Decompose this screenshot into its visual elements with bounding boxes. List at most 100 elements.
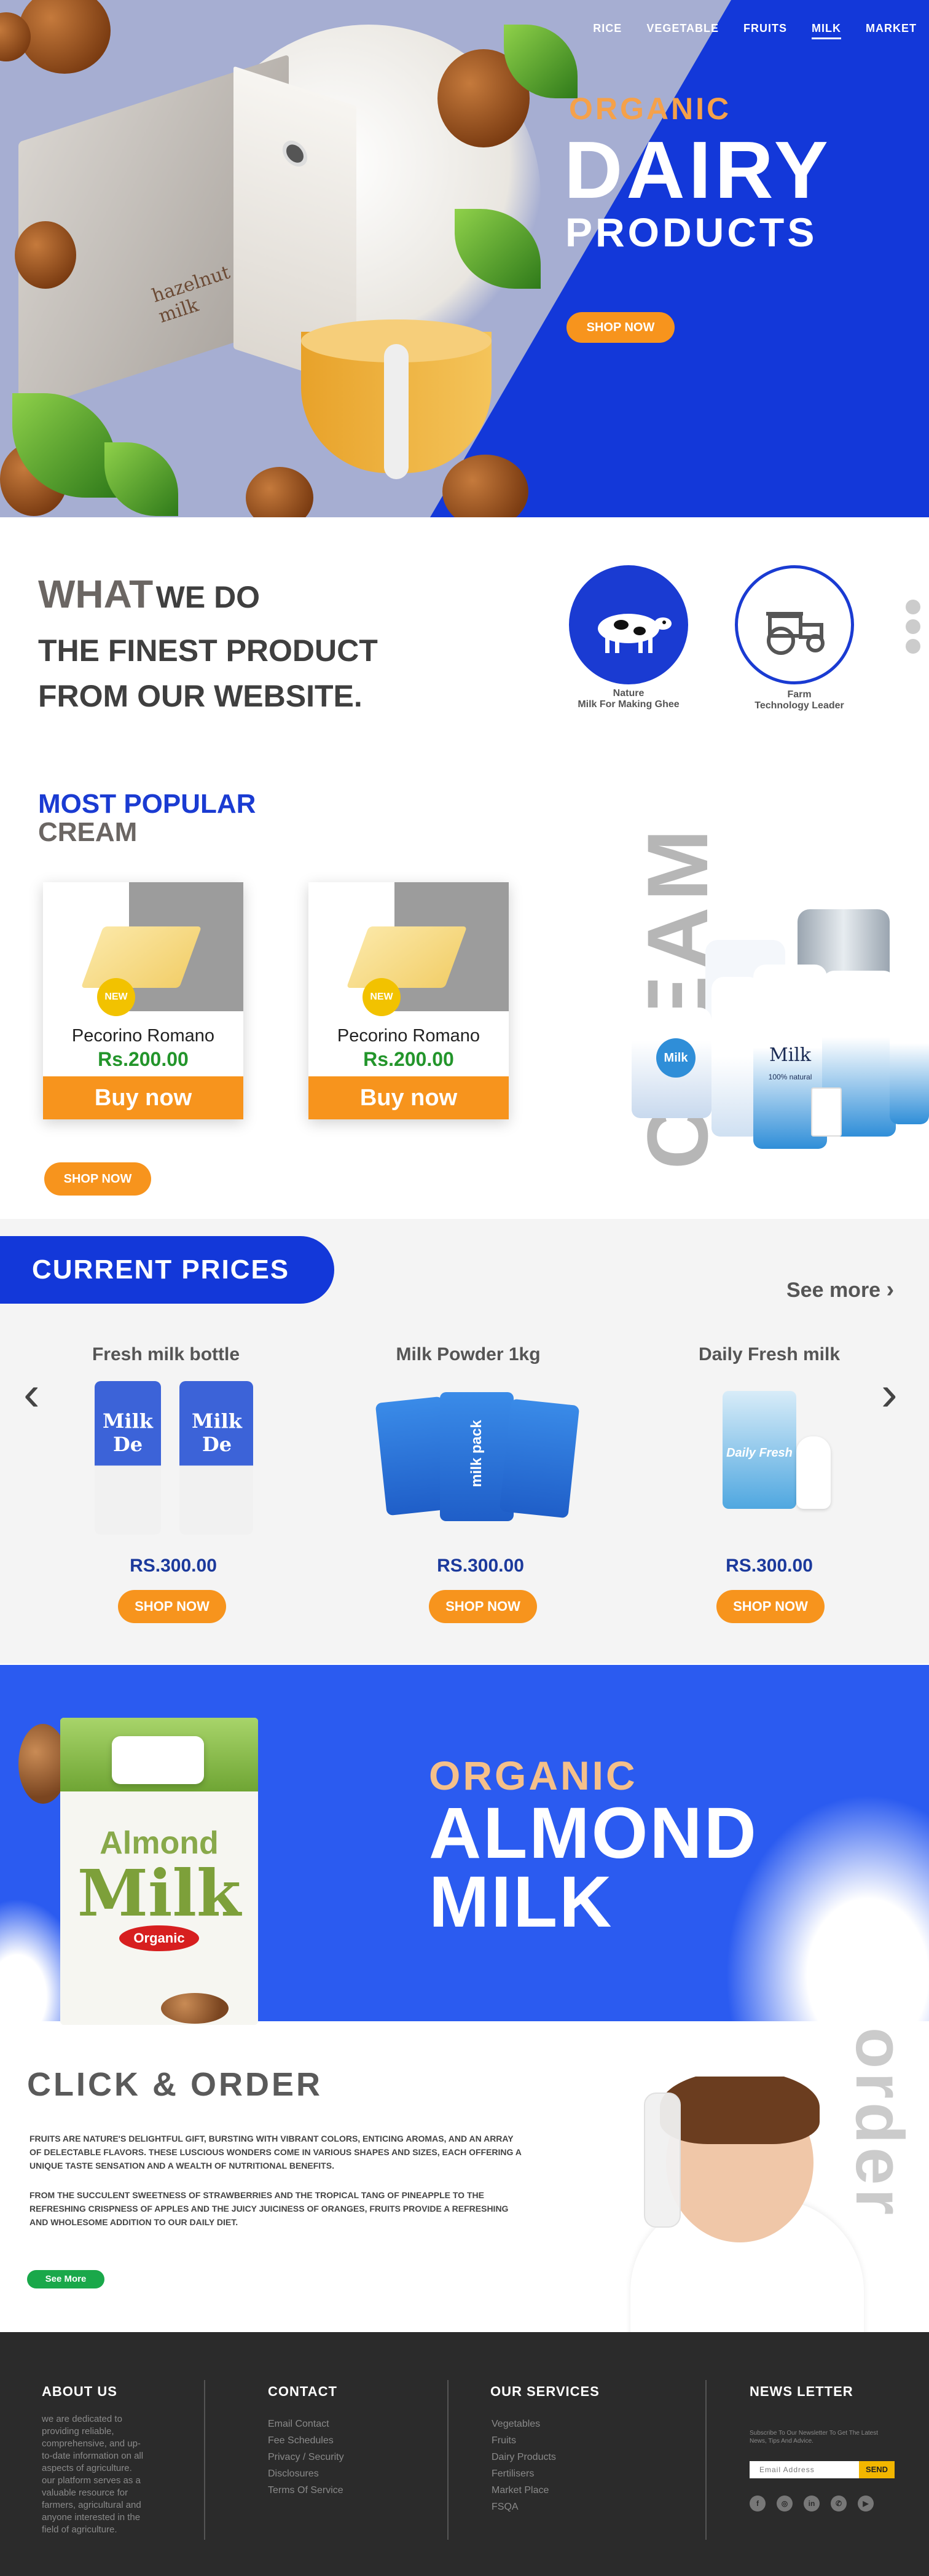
product-card[interactable]: NEW Pecorino Romano Rs.200.00 Buy now <box>308 882 509 1119</box>
feature-nature-label: Nature Milk For Making Ghee <box>549 688 708 710</box>
slider-dot[interactable] <box>906 619 920 634</box>
feature-nature-circle[interactable] <box>569 565 688 684</box>
hazelnut-image <box>15 221 76 289</box>
footer-newsletter-title: NEWS LETTER <box>750 2384 853 2399</box>
milk-bottles-image: Milk Milk 100% natural <box>619 903 929 1173</box>
footer-contact-link[interactable]: Disclosures <box>268 2467 319 2481</box>
milk-carton-image <box>179 1381 253 1535</box>
footer-contact-link[interactable]: Privacy / Security <box>268 2450 344 2464</box>
product-name: Milk Powder 1kg <box>396 1344 541 1364</box>
see-more-label: See more <box>786 1278 881 1302</box>
feature-nature-desc: Milk For Making Ghee <box>578 699 680 710</box>
footer-service-link[interactable]: Fertilisers <box>492 2467 534 2481</box>
we-do-word: WE DO <box>155 580 261 614</box>
bottle-sub: 100% natural <box>768 1073 812 1081</box>
milk-pack-image <box>499 1398 580 1519</box>
footer-divider <box>447 2380 449 2540</box>
pack-text: milk pack <box>468 1420 485 1487</box>
popular-title: MOST POPULAR <box>38 789 256 819</box>
youtube-icon[interactable]: ▶ <box>858 2496 874 2511</box>
footer-service-link[interactable]: Market Place <box>492 2483 549 2497</box>
pouch-text: Daily Fresh <box>726 1446 793 1460</box>
newsletter-email-input[interactable]: Email Address <box>750 2461 859 2478</box>
shop-now-button[interactable]: SHOP NOW <box>429 1590 537 1623</box>
new-badge: NEW <box>97 978 135 1016</box>
hero-title: DAIRY <box>564 125 832 215</box>
newsletter-send-button[interactable]: SEND <box>859 2461 895 2478</box>
almond-subtitle: ORGANIC <box>429 1753 638 1798</box>
slider-dot[interactable] <box>906 600 920 614</box>
footer-service-link[interactable]: FSQA <box>492 2500 519 2514</box>
carton-cap <box>112 1736 204 1784</box>
whatsapp-icon[interactable]: ✆ <box>831 2496 847 2511</box>
buy-now-button[interactable]: Buy now <box>308 1076 509 1119</box>
see-more-link[interactable]: See more › <box>786 1277 894 1303</box>
hero-title-line2: PRODUCTS <box>565 209 818 255</box>
hero-subtitle: ORGANIC <box>569 92 732 126</box>
footer-contact-link[interactable]: Email Contact <box>268 2417 329 2431</box>
shop-now-button[interactable]: SHOP NOW <box>118 1590 226 1623</box>
footer-contact-title: CONTACT <box>268 2384 337 2399</box>
nav-rice[interactable]: RICE <box>593 22 622 39</box>
product-price: Rs.200.00 <box>98 1048 189 1070</box>
nav-fruits[interactable]: FRUITS <box>743 22 787 39</box>
tractor-icon <box>766 612 825 655</box>
cow-icon <box>598 614 672 653</box>
bottle-brand: Milk <box>769 1044 812 1066</box>
product-price: RS.300.00 <box>130 1556 217 1576</box>
popular-shop-now-button[interactable]: SHOP NOW <box>44 1162 151 1196</box>
what-line-2: THE FINEST PRODUCT <box>38 633 378 668</box>
footer-service-link[interactable]: Dairy Products <box>492 2450 556 2464</box>
footer-service-link[interactable]: Fruits <box>492 2433 516 2448</box>
product-name: Pecorino Romano <box>71 1026 215 1046</box>
current-prices-title: CURRENT PRICES <box>0 1236 334 1304</box>
order-paragraph-1: Fruits are nature's delightful gift, bur… <box>29 2134 522 2171</box>
facebook-icon[interactable]: f <box>750 2496 766 2511</box>
product-price: RS.300.00 <box>726 1556 813 1576</box>
product-name: Daily Fresh milk <box>698 1344 841 1364</box>
carton-word-milk: Milk <box>77 1855 241 1931</box>
hazelnut-image <box>18 0 111 74</box>
product-image <box>308 882 509 1011</box>
leaf-image <box>104 442 178 516</box>
popular-subtitle: CREAM <box>38 817 138 847</box>
carton-text: Milk De <box>103 1409 153 1456</box>
product-card[interactable]: NEW Pecorino Romano Rs.200.00 Buy now <box>43 882 243 1119</box>
what-line-3: FROM OUR WEBSITE. <box>38 679 363 713</box>
buy-now-button[interactable]: Buy now <box>43 1076 243 1119</box>
footer-contact-link[interactable]: Fee Schedules <box>268 2433 334 2448</box>
footer-about-title: ABOUT US <box>42 2384 117 2399</box>
what-word: WHAT <box>38 572 154 616</box>
almond-image <box>161 1993 229 2024</box>
footer-divider <box>705 2380 707 2540</box>
hero-shop-now-button[interactable]: SHOP NOW <box>566 312 675 343</box>
almond-title: ALMOND <box>429 1793 758 1874</box>
milk-carton-image <box>95 1381 161 1535</box>
footer-services-title: OUR SERVICES <box>490 2384 600 2399</box>
new-badge: NEW <box>363 978 401 1016</box>
feature-farm-title: Farm <box>787 689 812 700</box>
instagram-icon[interactable]: ◎ <box>777 2496 793 2511</box>
linkedin-icon[interactable]: in <box>804 2496 820 2511</box>
order-paragraph-2: From the succulent sweetness of strawber… <box>29 2190 509 2227</box>
click-order-title: CLICK & ORDER <box>27 2066 323 2103</box>
hero-banner: hazelnut milk RICE VEGETABLE FRUITS MILK… <box>0 0 929 517</box>
nav-vegetable[interactable]: VEGETABLE <box>646 22 719 39</box>
organic-badge: Organic <box>119 1925 199 1951</box>
product-name: Fresh milk bottle <box>92 1344 240 1364</box>
shop-now-button[interactable]: SHOP NOW <box>716 1590 825 1623</box>
feature-farm-circle[interactable] <box>735 565 854 684</box>
feature-nature-title: Nature <box>613 688 645 699</box>
product-image <box>43 882 243 1011</box>
footer-divider <box>204 2380 205 2540</box>
footer-service-link[interactable]: Vegetables <box>492 2417 540 2431</box>
footer-about-text: we are dedicated to providing reliable, … <box>42 2414 144 2535</box>
nav-milk[interactable]: MILK <box>812 22 841 39</box>
see-more-button[interactable]: See More <box>27 2270 104 2288</box>
footer-contact-link[interactable]: Terms Of Service <box>268 2483 343 2497</box>
chevron-left-icon[interactable]: ‹ <box>23 1369 40 1418</box>
slider-dot[interactable] <box>906 639 920 654</box>
nav-market[interactable]: MARKET <box>866 22 917 39</box>
chevron-right-icon[interactable]: › <box>881 1369 898 1418</box>
what-we-do-heading: WHAT WE DO THE FINEST PRODUCT FROM OUR W… <box>38 571 378 719</box>
